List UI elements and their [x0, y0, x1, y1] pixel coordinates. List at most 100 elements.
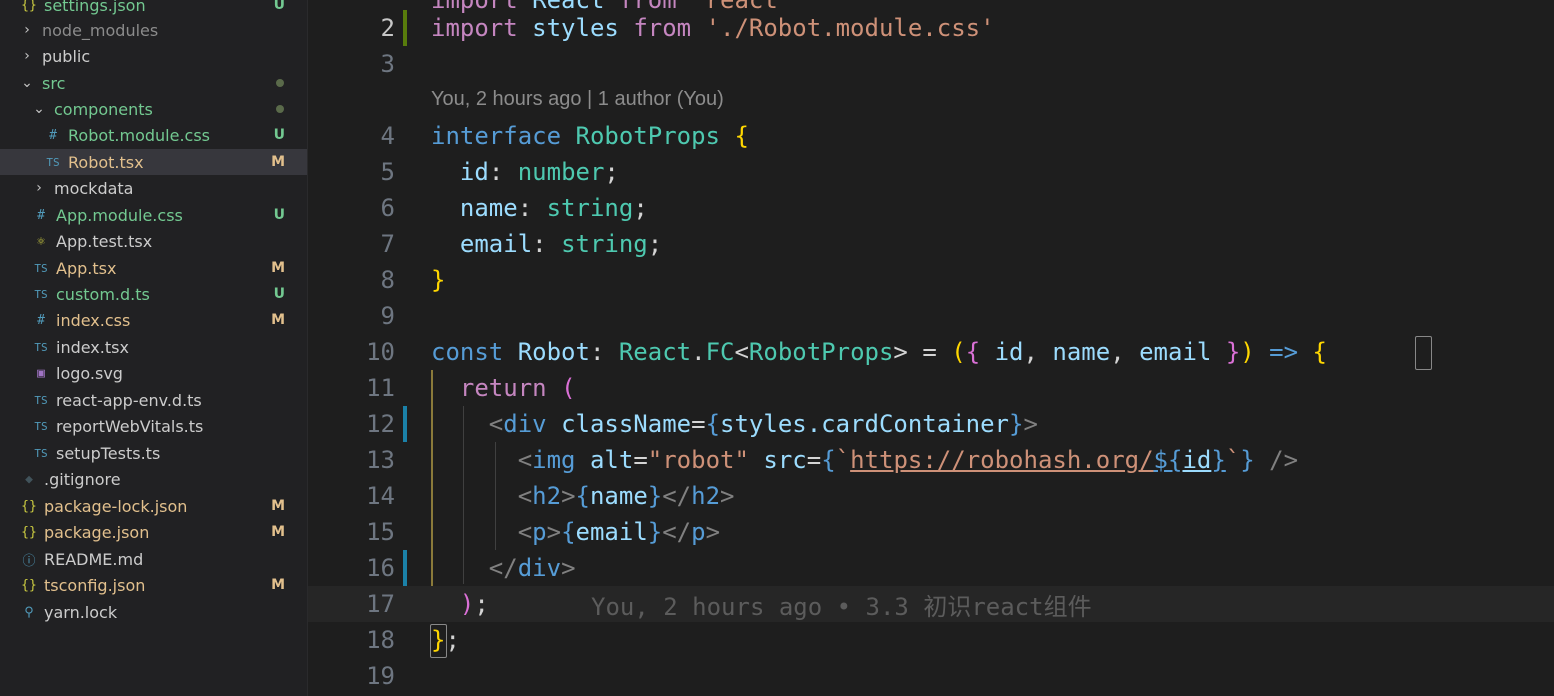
- explorer-item[interactable]: › mockdata: [0, 175, 307, 201]
- git-change-dot: [276, 105, 284, 113]
- code-line-14: 14 <h2>{name}</h2>: [308, 478, 1554, 514]
- svg-icon: ▣: [37, 365, 45, 381]
- explorer-item[interactable]: {} package.json M: [0, 519, 307, 545]
- explorer-item[interactable]: TS custom.d.ts U: [0, 281, 307, 307]
- line-number: 6: [380, 194, 395, 222]
- explorer-item[interactable]: {} settings.json U: [0, 0, 307, 18]
- explorer-item[interactable]: # App.module.css U: [0, 202, 307, 228]
- explorer-sidebar: {} settings.json U › node_modules › public ⌄ src…: [0, 0, 308, 696]
- bracket-match-open: [1415, 336, 1432, 370]
- explorer-item[interactable]: ⓘ README.md: [0, 546, 307, 572]
- line-number: 8: [380, 266, 395, 294]
- explorer-item[interactable]: TS Robot.tsx M: [0, 149, 307, 175]
- chevron-down-icon[interactable]: ⌄: [20, 75, 34, 91]
- explorer-item-label: App.test.tsx: [56, 231, 153, 251]
- explorer-item[interactable]: ◆ .gitignore: [0, 466, 307, 492]
- json-icon: {}: [21, 524, 37, 540]
- explorer-item[interactable]: ⚛ App.test.tsx: [0, 228, 307, 254]
- explorer-item[interactable]: TS setupTests.ts: [0, 440, 307, 466]
- explorer-item-label: App.tsx: [56, 258, 117, 278]
- explorer-item-label: tsconfig.json: [44, 575, 146, 595]
- chevron-right-icon[interactable]: ›: [20, 22, 34, 38]
- code-line-8: 8 }: [308, 262, 1554, 298]
- explorer-item-label: .gitignore: [44, 469, 121, 489]
- typescript-icon: TS: [34, 340, 48, 354]
- explorer-item-label: src: [42, 73, 66, 93]
- explorer-item-label: logo.svg: [56, 363, 123, 383]
- code-line-16: 16 </div>: [308, 550, 1554, 586]
- line-number: 3: [380, 50, 395, 78]
- code-line-15: 15 <p>{email}</p>: [308, 514, 1554, 550]
- explorer-item-label: yarn.lock: [44, 602, 118, 622]
- line-number: 2: [380, 14, 395, 42]
- git-status-badge: M: [271, 312, 285, 328]
- git-status-badge: U: [273, 286, 285, 302]
- yarn-icon: ⚲: [24, 604, 34, 620]
- line-number: 10: [366, 338, 395, 366]
- explorer-item-label: index.tsx: [56, 337, 129, 357]
- explorer-item[interactable]: ⚲ yarn.lock: [0, 599, 307, 625]
- git-icon: ◆: [25, 471, 33, 487]
- explorer-item-label: node_modules: [42, 20, 159, 40]
- code-line-9: 9: [308, 298, 1554, 334]
- explorer-item-label: Robot.module.css: [68, 125, 211, 145]
- info-icon: ⓘ: [22, 553, 36, 569]
- code-line-12: 12 <div className={styles.cardContainer}…: [308, 406, 1554, 442]
- css-icon: #: [49, 127, 57, 143]
- git-status-badge: M: [271, 498, 285, 514]
- explorer-item-label: package-lock.json: [44, 496, 188, 516]
- git-status-badge: U: [273, 207, 285, 223]
- explorer-item[interactable]: # Robot.module.css U: [0, 122, 307, 148]
- explorer-item[interactable]: TS index.tsx: [0, 334, 307, 360]
- react-test-icon: ⚛: [37, 233, 45, 249]
- line-number: 15: [366, 518, 395, 546]
- explorer-item[interactable]: {} tsconfig.json M: [0, 572, 307, 598]
- typescript-icon: TS: [46, 155, 60, 169]
- css-icon: #: [37, 312, 45, 328]
- code-line-2: 2 import styles from './Robot.module.css…: [308, 10, 1554, 46]
- line-number: 12: [366, 410, 395, 438]
- code-editor[interactable]: import React from 'react' 2 import style…: [308, 0, 1554, 696]
- chevron-down-icon[interactable]: ⌄: [32, 101, 46, 117]
- line-number: 7: [380, 230, 395, 258]
- explorer-item[interactable]: ⌄ src: [0, 70, 307, 96]
- explorer-item[interactable]: TS App.tsx M: [0, 255, 307, 281]
- chevron-right-icon[interactable]: ›: [20, 48, 34, 64]
- explorer-item-label: public: [42, 46, 91, 66]
- line-number: 19: [366, 662, 395, 690]
- explorer-item[interactable]: › node_modules: [0, 17, 307, 43]
- line-number: 18: [366, 626, 395, 654]
- code-line-7: 7 email: string;: [308, 226, 1554, 262]
- explorer-item[interactable]: ⌄ components: [0, 96, 307, 122]
- explorer-item[interactable]: › public: [0, 43, 307, 69]
- inline-git-blame: You, 2 hours ago • 3.3 初识react组件: [591, 592, 1092, 621]
- code-line-19: 19: [308, 658, 1554, 694]
- git-change-dot: [276, 79, 284, 87]
- explorer-item[interactable]: ▣ logo.svg: [0, 360, 307, 386]
- git-status-badge: M: [271, 524, 285, 540]
- code-line-10: 10 const Robot: React.FC<RobotProps> = (…: [308, 334, 1554, 370]
- explorer-item-label: App.module.css: [56, 205, 183, 225]
- explorer-item-label: setupTests.ts: [56, 443, 161, 463]
- explorer-item[interactable]: {} package-lock.json M: [0, 493, 307, 519]
- code-line-13: 13 <img alt="robot" src={`https://roboha…: [308, 442, 1554, 478]
- explorer-item[interactable]: TS reportWebVitals.ts: [0, 413, 307, 439]
- line-number: 16: [366, 554, 395, 582]
- code-line-18: 18 };: [308, 622, 1554, 658]
- chevron-right-icon[interactable]: ›: [32, 180, 46, 196]
- explorer-item-label: react-app-env.d.ts: [56, 390, 202, 410]
- code-line-11: 11 return (: [308, 370, 1554, 406]
- css-icon: #: [37, 207, 45, 223]
- code-line-17: 17 ); You, 2 hours ago • 3.3 初识react组件: [308, 586, 1554, 622]
- code-line-3: 3: [308, 46, 1554, 82]
- json-icon: {}: [21, 498, 37, 514]
- line-number: 9: [380, 302, 395, 330]
- code-line-4: 4 interface RobotProps {: [308, 118, 1554, 154]
- codelens-author[interactable]: You, 2 hours ago | 1 author (You): [431, 88, 724, 111]
- line-number: 5: [380, 158, 395, 186]
- line-number: 14: [366, 482, 395, 510]
- explorer-item[interactable]: # index.css M: [0, 307, 307, 333]
- git-status-badge: U: [273, 0, 285, 13]
- explorer-item[interactable]: TS react-app-env.d.ts: [0, 387, 307, 413]
- typescript-icon: TS: [34, 419, 48, 433]
